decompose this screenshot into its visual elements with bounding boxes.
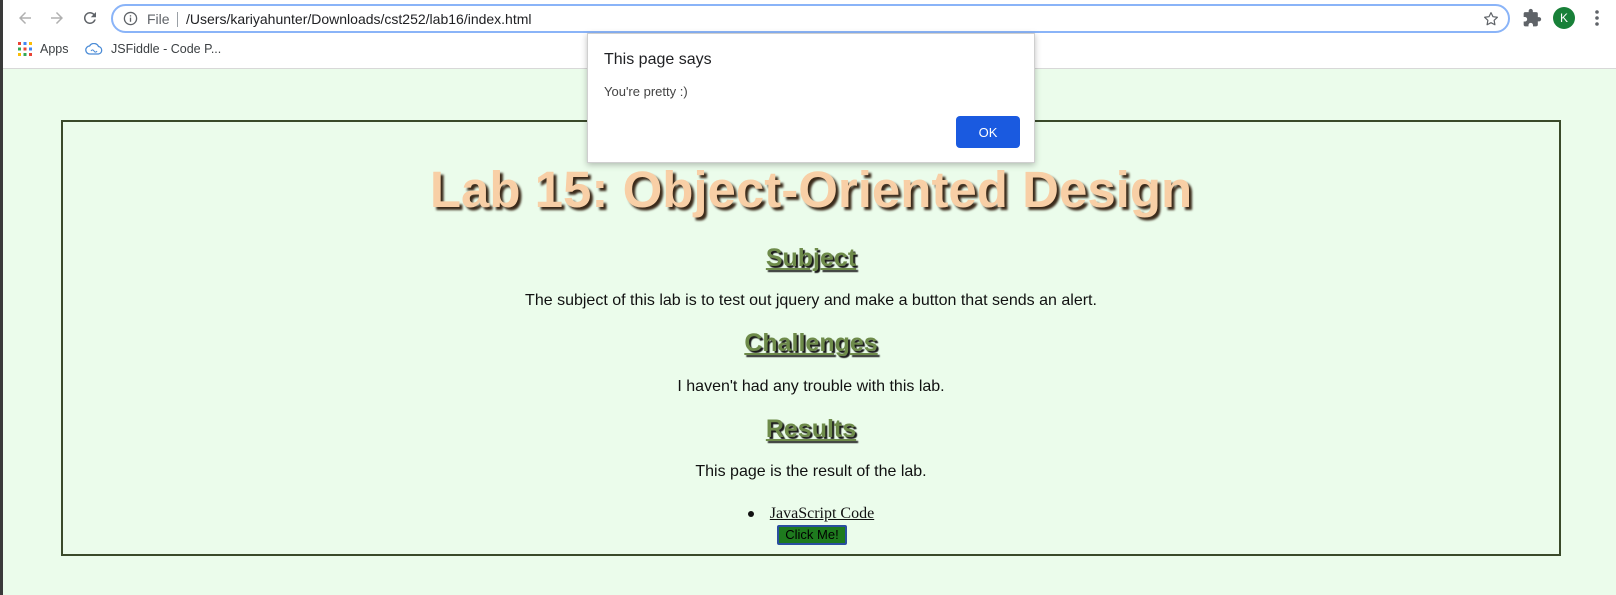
reload-icon — [83, 11, 96, 24]
bookmark-jsfiddle-label: JSFiddle - Code P... — [111, 42, 222, 56]
results-text: This page is the result of the lab. — [695, 463, 927, 480]
window-edge — [0, 0, 3, 595]
reload-button[interactable] — [77, 5, 103, 31]
links-list: JavaScript Code — [63, 505, 1559, 523]
bookmark-jsfiddle[interactable]: JSFiddle - Code P... — [85, 42, 221, 56]
ok-button[interactable]: OK — [956, 116, 1020, 148]
kebab-menu-icon[interactable] — [1590, 8, 1604, 28]
back-button[interactable] — [12, 5, 38, 31]
info-icon[interactable] — [123, 11, 138, 26]
heading-results: Results — [765, 415, 857, 443]
address-separator — [177, 12, 178, 27]
scheme-label: File — [147, 11, 170, 27]
javascript-code-link[interactable]: JavaScript Code — [770, 505, 874, 522]
back-arrow-icon — [19, 12, 31, 24]
jsfiddle-cloud-icon — [85, 43, 103, 55]
bookmark-apps-label: Apps — [40, 42, 69, 56]
subject-text: The subject of this lab is to test out j… — [525, 292, 1097, 309]
content-box: Lab 15: Object-Oriented Design Subject T… — [61, 120, 1561, 556]
heading-challenges: Challenges — [744, 329, 878, 357]
list-bullet — [747, 511, 754, 518]
browser-toolbar: File /Users/kariyahunter/Downloads/cst25… — [0, 0, 1616, 36]
dialog-title: This page says — [604, 51, 712, 68]
extensions-puzzle-icon[interactable] — [1522, 8, 1542, 28]
click-me-button[interactable]: Click Me! — [777, 525, 847, 545]
bookmark-star-icon[interactable] — [1482, 10, 1500, 28]
profile-avatar[interactable]: K — [1553, 7, 1575, 29]
forward-arrow-icon — [51, 12, 63, 24]
bookmark-apps[interactable]: Apps — [18, 42, 69, 56]
alert-dialog: This page says You're pretty :) OK — [587, 33, 1035, 163]
dialog-message: You're pretty :) — [604, 84, 688, 99]
page-title: Lab 15: Object-Oriented Design — [429, 161, 1193, 218]
heading-subject: Subject — [765, 244, 857, 272]
address-bar[interactable]: File /Users/kariyahunter/Downloads/cst25… — [111, 4, 1510, 33]
forward-button[interactable] — [44, 5, 70, 31]
apps-grid-icon — [18, 42, 32, 56]
url-text[interactable]: /Users/kariyahunter/Downloads/cst252/lab… — [186, 11, 532, 27]
challenges-text: I haven't had any trouble with this lab. — [677, 378, 945, 395]
